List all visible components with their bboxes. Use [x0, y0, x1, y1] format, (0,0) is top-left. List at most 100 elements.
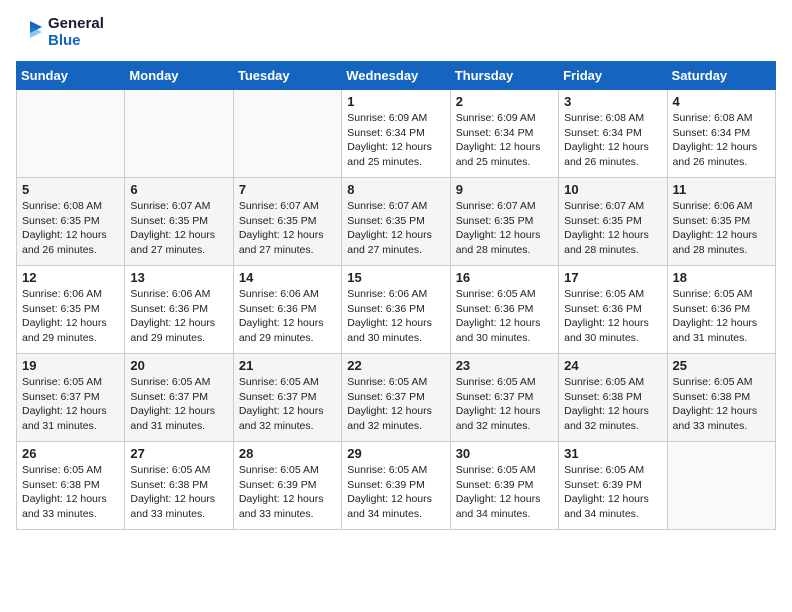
- day-info: Sunrise: 6:05 AMSunset: 6:37 PMDaylight:…: [347, 375, 444, 434]
- calendar-cell: 1 Sunrise: 6:09 AMSunset: 6:34 PMDaylight…: [342, 90, 450, 178]
- week-row-3: 12Sunrise: 6:06 AMSunset: 6:35 PMDayligh…: [17, 266, 776, 354]
- calendar-cell: 2Sunrise: 6:09 AMSunset: 6:34 PMDaylight…: [450, 90, 558, 178]
- logo-line2: Blue: [48, 33, 104, 50]
- calendar-cell: 10 Sunrise: 6:07 AMSunset: 6:35 PMDayligh…: [559, 178, 667, 266]
- header-monday: Monday: [125, 62, 233, 90]
- day-number: 17: [564, 270, 661, 285]
- calendar-cell: 26 Sunrise: 6:05 AMSunset: 6:38 PMDayligh…: [17, 442, 125, 530]
- logo-container: General Blue: [16, 16, 104, 49]
- day-info: Sunrise: 6:06 AMSunset: 6:36 PMDaylight:…: [239, 287, 336, 346]
- calendar-cell: 19 Sunrise: 6:05 AMSunset: 6:37 PMDayligh…: [17, 354, 125, 442]
- calendar-cell: [233, 90, 341, 178]
- day-info: Sunrise: 6:09 AMSunset: 6:34 PMDaylight:…: [347, 111, 444, 170]
- day-number: 9: [456, 182, 553, 197]
- day-info: Sunrise: 6:09 AMSunset: 6:34 PMDaylight:…: [456, 111, 553, 170]
- day-info: Sunrise: 6:07 AMSunset: 6:35 PMDaylight:…: [239, 199, 336, 258]
- day-number: 5: [22, 182, 119, 197]
- day-info: Sunrise: 6:05 AMSunset: 6:39 PMDaylight:…: [456, 463, 553, 522]
- day-info: Sunrise: 6:07 AMSunset: 6:35 PMDaylight:…: [347, 199, 444, 258]
- day-info: Sunrise: 6:05 AMSunset: 6:39 PMDaylight:…: [564, 463, 661, 522]
- day-number: 30: [456, 446, 553, 461]
- day-info: Sunrise: 6:05 AMSunset: 6:38 PMDaylight:…: [673, 375, 770, 434]
- week-row-5: 26 Sunrise: 6:05 AMSunset: 6:38 PMDayligh…: [17, 442, 776, 530]
- calendar-cell: 13Sunrise: 6:06 AMSunset: 6:36 PMDayligh…: [125, 266, 233, 354]
- calendar-cell: 5 Sunrise: 6:08 AMSunset: 6:35 PMDaylight…: [17, 178, 125, 266]
- day-number: 26: [22, 446, 119, 461]
- calendar-cell: 29 Sunrise: 6:05 AMSunset: 6:39 PMDayligh…: [342, 442, 450, 530]
- day-info: Sunrise: 6:05 AMSunset: 6:38 PMDaylight:…: [564, 375, 661, 434]
- logo-line1: General: [48, 16, 104, 33]
- day-number: 28: [239, 446, 336, 461]
- day-number: 20: [130, 358, 227, 373]
- calendar-cell: 17 Sunrise: 6:05 AMSunset: 6:36 PMDayligh…: [559, 266, 667, 354]
- day-number: 31: [564, 446, 661, 461]
- day-info: Sunrise: 6:05 AMSunset: 6:39 PMDaylight:…: [239, 463, 336, 522]
- calendar-cell: 16Sunrise: 6:05 AMSunset: 6:36 PMDayligh…: [450, 266, 558, 354]
- page-header: General Blue: [16, 16, 776, 49]
- day-number: 8: [347, 182, 444, 197]
- header-friday: Friday: [559, 62, 667, 90]
- day-number: 11: [673, 182, 770, 197]
- day-number: 19: [22, 358, 119, 373]
- day-info: Sunrise: 6:05 AMSunset: 6:37 PMDaylight:…: [130, 375, 227, 434]
- calendar-cell: 12Sunrise: 6:06 AMSunset: 6:35 PMDayligh…: [17, 266, 125, 354]
- calendar-cell: 24Sunrise: 6:05 AMSunset: 6:38 PMDayligh…: [559, 354, 667, 442]
- day-number: 3: [564, 94, 661, 109]
- header-sunday: Sunday: [17, 62, 125, 90]
- day-info: Sunrise: 6:08 AMSunset: 6:34 PMDaylight:…: [564, 111, 661, 170]
- calendar-cell: 15 Sunrise: 6:06 AMSunset: 6:36 PMDayligh…: [342, 266, 450, 354]
- day-info: Sunrise: 6:05 AMSunset: 6:38 PMDaylight:…: [130, 463, 227, 522]
- day-info: Sunrise: 6:08 AMSunset: 6:35 PMDaylight:…: [22, 199, 119, 258]
- day-info: Sunrise: 6:07 AMSunset: 6:35 PMDaylight:…: [564, 199, 661, 258]
- calendar-cell: 18Sunrise: 6:05 AMSunset: 6:36 PMDayligh…: [667, 266, 775, 354]
- day-number: 21: [239, 358, 336, 373]
- day-number: 13: [130, 270, 227, 285]
- calendar-cell: 20 Sunrise: 6:05 AMSunset: 6:37 PMDayligh…: [125, 354, 233, 442]
- day-info: Sunrise: 6:05 AMSunset: 6:36 PMDaylight:…: [456, 287, 553, 346]
- calendar-cell: 30 Sunrise: 6:05 AMSunset: 6:39 PMDayligh…: [450, 442, 558, 530]
- day-number: 22: [347, 358, 444, 373]
- calendar-cell: 23 Sunrise: 6:05 AMSunset: 6:37 PMDayligh…: [450, 354, 558, 442]
- header-tuesday: Tuesday: [233, 62, 341, 90]
- calendar-cell: 11 Sunrise: 6:06 AMSunset: 6:35 PMDayligh…: [667, 178, 775, 266]
- day-number: 1: [347, 94, 444, 109]
- day-info: Sunrise: 6:05 AMSunset: 6:37 PMDaylight:…: [22, 375, 119, 434]
- day-info: Sunrise: 6:06 AMSunset: 6:35 PMDaylight:…: [22, 287, 119, 346]
- header-wednesday: Wednesday: [342, 62, 450, 90]
- day-info: Sunrise: 6:07 AMSunset: 6:35 PMDaylight:…: [130, 199, 227, 258]
- day-number: 10: [564, 182, 661, 197]
- calendar-cell: 22 Sunrise: 6:05 AMSunset: 6:37 PMDayligh…: [342, 354, 450, 442]
- calendar-cell: 9 Sunrise: 6:07 AMSunset: 6:35 PMDaylight…: [450, 178, 558, 266]
- day-info: Sunrise: 6:05 AMSunset: 6:36 PMDaylight:…: [564, 287, 661, 346]
- day-info: Sunrise: 6:05 AMSunset: 6:37 PMDaylight:…: [239, 375, 336, 434]
- calendar-cell: 14 Sunrise: 6:06 AMSunset: 6:36 PMDayligh…: [233, 266, 341, 354]
- day-info: Sunrise: 6:08 AMSunset: 6:34 PMDaylight:…: [673, 111, 770, 170]
- day-number: 29: [347, 446, 444, 461]
- week-row-1: 1 Sunrise: 6:09 AMSunset: 6:34 PMDaylight…: [17, 90, 776, 178]
- day-number: 6: [130, 182, 227, 197]
- week-row-2: 5 Sunrise: 6:08 AMSunset: 6:35 PMDaylight…: [17, 178, 776, 266]
- day-number: 23: [456, 358, 553, 373]
- day-info: Sunrise: 6:07 AMSunset: 6:35 PMDaylight:…: [456, 199, 553, 258]
- day-number: 4: [673, 94, 770, 109]
- day-info: Sunrise: 6:06 AMSunset: 6:36 PMDaylight:…: [347, 287, 444, 346]
- calendar-cell: 28 Sunrise: 6:05 AMSunset: 6:39 PMDayligh…: [233, 442, 341, 530]
- calendar-table: SundayMondayTuesdayWednesdayThursdayFrid…: [16, 61, 776, 530]
- day-number: 15: [347, 270, 444, 285]
- day-number: 18: [673, 270, 770, 285]
- day-number: 14: [239, 270, 336, 285]
- header-thursday: Thursday: [450, 62, 558, 90]
- logo-shape-icon: [16, 19, 44, 47]
- day-number: 27: [130, 446, 227, 461]
- calendar-cell: 3 Sunrise: 6:08 AMSunset: 6:34 PMDaylight…: [559, 90, 667, 178]
- day-info: Sunrise: 6:05 AMSunset: 6:39 PMDaylight:…: [347, 463, 444, 522]
- calendar-header: SundayMondayTuesdayWednesdayThursdayFrid…: [17, 62, 776, 90]
- calendar-cell: [125, 90, 233, 178]
- day-info: Sunrise: 6:05 AMSunset: 6:37 PMDaylight:…: [456, 375, 553, 434]
- day-number: 25: [673, 358, 770, 373]
- day-info: Sunrise: 6:05 AMSunset: 6:38 PMDaylight:…: [22, 463, 119, 522]
- calendar-cell: 31 Sunrise: 6:05 AMSunset: 6:39 PMDayligh…: [559, 442, 667, 530]
- calendar-cell: [17, 90, 125, 178]
- day-info: Sunrise: 6:06 AMSunset: 6:35 PMDaylight:…: [673, 199, 770, 258]
- logo: General Blue: [16, 16, 104, 49]
